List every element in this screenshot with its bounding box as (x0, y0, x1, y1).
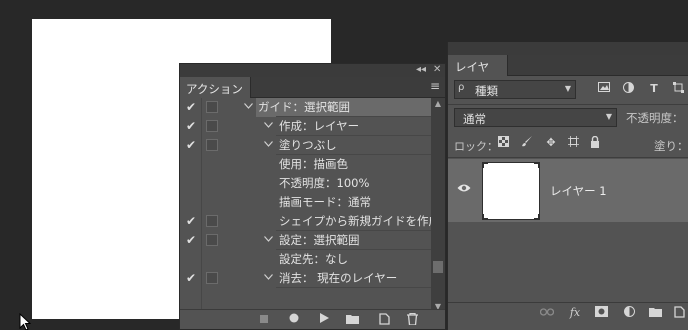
fill-label[interactable]: 塗り： (654, 138, 688, 154)
type-filter-icon[interactable]: T (646, 82, 662, 96)
chevron-down-icon[interactable] (262, 119, 274, 133)
close-icon[interactable]: ✕ (433, 63, 441, 76)
divider (448, 104, 688, 105)
action-label: 設定：選択範囲 (279, 233, 360, 247)
dialog-toggle[interactable] (206, 272, 218, 284)
chevron-down-icon[interactable] (262, 138, 274, 152)
check-icon[interactable] (184, 195, 198, 209)
action-row[interactable]: 描画モード：通常 (180, 193, 432, 212)
folder-icon[interactable] (344, 313, 360, 327)
layer-row[interactable]: レイヤー 1 (448, 159, 688, 222)
check-icon[interactable]: ✔ (184, 138, 198, 152)
fx-icon[interactable]: fx (566, 306, 584, 320)
tab-layers[interactable]: レイヤー (448, 55, 508, 90)
layer-thumbnail[interactable] (482, 162, 540, 220)
search-icon: ρ (458, 82, 465, 93)
check-icon[interactable]: ✔ (184, 233, 198, 247)
actions-panel: ◂◂ ✕ アクション ≡ ✔ ガイド：選択範囲 ✔ 作成：レイヤー ✔ 塗りつぶし使用：描… (179, 63, 446, 330)
action-row[interactable]: ✔ ガイド：選択範囲 (180, 98, 432, 117)
check-icon[interactable]: ✔ (184, 100, 198, 114)
group-folder-icon[interactable] (646, 306, 664, 320)
action-label: 描画モード：通常 (279, 195, 371, 209)
dialog-toggle[interactable] (206, 120, 218, 132)
check-icon[interactable] (184, 252, 198, 266)
layers-panel: レイヤー ρ 種類 ▼ T 通常 ▼ 不透明度： ロック： ✥ (447, 42, 688, 330)
lock-label: ロック： (454, 140, 498, 153)
actions-list: ✔ ガイド：選択範囲 ✔ 作成：レイヤー ✔ 塗りつぶし使用：描画色不透明度：100% 描画… (180, 98, 432, 313)
record-icon[interactable] (286, 313, 302, 327)
lock-all-icon[interactable] (588, 135, 602, 150)
check-icon[interactable]: ✔ (184, 271, 198, 285)
dialog-toggle[interactable] (206, 101, 218, 113)
lock-artboard-icon[interactable] (566, 136, 580, 150)
actions-footer (180, 309, 445, 329)
lock-transparent-icon[interactable] (496, 136, 510, 150)
dialog-toggle[interactable] (206, 234, 218, 246)
opacity-label[interactable]: 不透明度： (626, 110, 684, 126)
blend-mode-value: 通常 (463, 112, 486, 126)
action-label: 設定先：なし (279, 252, 348, 266)
row-divider (276, 287, 432, 288)
filter-value: 種類 (475, 84, 498, 98)
panel-menu-icon[interactable]: ≡ (429, 80, 441, 92)
scroll-thumb[interactable] (433, 261, 443, 273)
layer-filter-select[interactable]: ρ 種類 ▼ (454, 80, 576, 99)
action-row[interactable]: 使用：描画色 (180, 155, 432, 174)
chevron-down-icon[interactable] (262, 271, 274, 285)
eye-icon[interactable] (456, 181, 472, 197)
collapse-icon[interactable]: ◂◂ (416, 63, 426, 76)
check-icon[interactable] (184, 157, 198, 171)
blend-mode-select[interactable]: 通常 ▼ (454, 108, 617, 127)
scroll-up-icon[interactable]: ▲ (431, 98, 445, 110)
action-label: 塗りつぶし (279, 138, 337, 152)
action-label: 不透明度：100% (279, 176, 370, 190)
action-label: 使用：描画色 (279, 157, 348, 171)
mask-icon[interactable] (592, 306, 610, 320)
action-row[interactable]: ✔ 塗りつぶし (180, 136, 432, 155)
play-icon[interactable] (316, 313, 332, 327)
new-action-icon[interactable] (376, 313, 392, 327)
chevron-down-icon[interactable] (242, 100, 254, 114)
action-row[interactable]: ✔ シェイプから新規ガイドを作成 (180, 212, 432, 231)
link-icon[interactable] (538, 306, 556, 320)
check-icon[interactable] (184, 176, 198, 190)
action-label: 消去： 現在のレイヤー (279, 271, 398, 285)
action-row[interactable]: ✔ 作成：レイヤー (180, 117, 432, 136)
actions-tabbar: アクション ≡ (180, 77, 445, 98)
actions-scrollbar[interactable]: ▲ ▼ (431, 98, 445, 313)
divider (448, 157, 688, 158)
layers-footer: fx (448, 302, 688, 322)
shape-filter-icon[interactable] (670, 82, 686, 96)
action-label: ガイド：選択範囲 (258, 100, 350, 114)
layers-tabbar: レイヤー (448, 55, 688, 90)
new-layer-icon[interactable] (670, 306, 688, 320)
actions-panel-titlebar[interactable]: ◂◂ ✕ (180, 64, 445, 77)
chevron-down-icon: ▼ (605, 112, 612, 121)
check-icon[interactable]: ✔ (184, 119, 198, 133)
action-row[interactable]: 設定先：なし (180, 250, 432, 269)
layers-panel-titlebar[interactable] (448, 42, 688, 55)
action-label: シェイプから新規ガイドを作成 (279, 214, 432, 228)
dialog-toggle[interactable] (206, 139, 218, 151)
adjustment-icon[interactable] (620, 306, 638, 320)
action-row[interactable]: ✔ 設定：選択範囲 (180, 231, 432, 250)
check-icon[interactable]: ✔ (184, 214, 198, 228)
trash-icon[interactable] (404, 312, 420, 327)
action-row[interactable]: ✔ 消去： 現在のレイヤー (180, 269, 432, 288)
lock-move-icon[interactable]: ✥ (544, 136, 558, 150)
tab-actions[interactable]: アクション (180, 77, 251, 98)
dialog-toggle[interactable] (206, 215, 218, 227)
stop-icon[interactable] (256, 313, 272, 327)
action-label: 作成：レイヤー (279, 119, 360, 133)
layer-name[interactable]: レイヤー 1 (550, 183, 607, 199)
chevron-down-icon[interactable] (262, 233, 274, 247)
action-row[interactable]: 不透明度：100% (180, 174, 432, 193)
adjustment-filter-icon[interactable] (620, 82, 636, 96)
lock-brush-icon[interactable] (520, 136, 534, 150)
chevron-down-icon: ▼ (564, 84, 571, 93)
pixel-filter-icon[interactable] (596, 82, 612, 96)
